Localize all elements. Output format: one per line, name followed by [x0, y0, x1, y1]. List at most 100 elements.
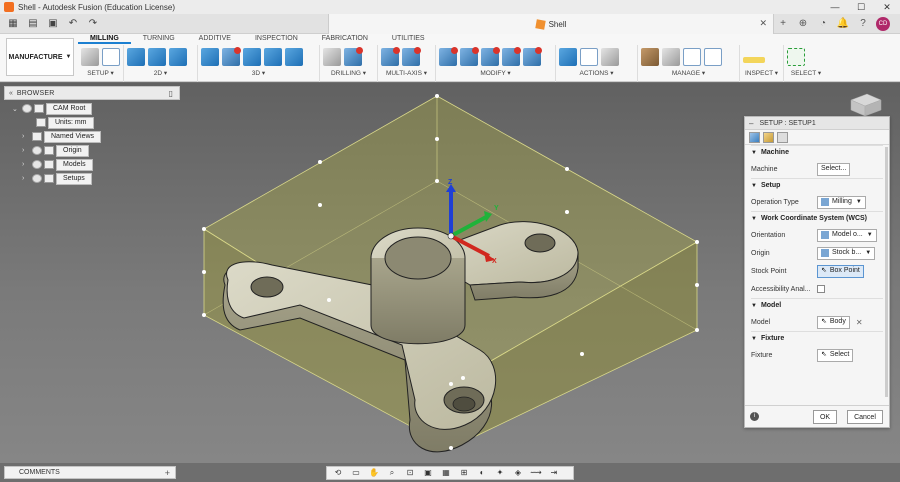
visibility-eye-icon[interactable]: [32, 174, 42, 183]
collapse-chevron-icon[interactable]: «: [9, 90, 13, 97]
notifications-icon[interactable]: 🔔: [836, 17, 850, 31]
group-label-multi-axis[interactable]: MULTI-AXIS ▾: [381, 69, 432, 79]
tree-item-units[interactable]: Units: mm: [36, 116, 94, 129]
fit-icon[interactable]: ⊡: [403, 468, 417, 478]
tool-library-icon[interactable]: [641, 48, 659, 66]
workspace-selector[interactable]: MANUFACTURE ▼: [6, 38, 74, 76]
orbit-icon[interactable]: ⟲: [331, 468, 345, 478]
group-label-manage[interactable]: MANAGE ▾: [641, 69, 736, 79]
modify-tool-icon-1[interactable]: [439, 47, 458, 66]
dialog-scrollbar[interactable]: [885, 147, 888, 397]
close-icon[interactable]: ✕: [874, 0, 900, 14]
pocket-clearing-icon[interactable]: [222, 47, 241, 66]
expand-icon[interactable]: ›: [22, 133, 32, 140]
minimize-icon[interactable]: —: [822, 0, 848, 14]
setup-sheet-icon[interactable]: [601, 48, 619, 66]
file-icon[interactable]: ▤: [26, 17, 40, 31]
tab-close-icon[interactable]: ✕: [759, 18, 767, 29]
section-analysis-icon[interactable]: ◈: [511, 468, 525, 478]
fixture-select-button[interactable]: ⇖ Select: [817, 348, 854, 362]
collapse-icon[interactable]: ⌄: [12, 105, 22, 113]
steep-shallow-icon[interactable]: [243, 48, 261, 66]
template-library-icon[interactable]: [683, 48, 701, 66]
stock-point-button[interactable]: ⇖ Box Point: [817, 264, 864, 278]
section-title-model[interactable]: ▼ Model: [751, 298, 883, 313]
tree-item-origin[interactable]: › Origin: [22, 144, 89, 157]
camera-icon[interactable]: ◐: [475, 468, 489, 478]
view-cube[interactable]: [847, 92, 883, 118]
save-icon[interactable]: ▣: [46, 17, 60, 31]
group-label-actions[interactable]: ACTIONS ▾: [559, 69, 634, 79]
visibility-eye-icon[interactable]: [32, 146, 42, 155]
browser-expand-icon[interactable]: ▯: [169, 89, 173, 98]
tab-post-process-icon[interactable]: [777, 132, 788, 143]
tab-milling[interactable]: MILLING: [78, 34, 131, 44]
tab-turning[interactable]: TURNING: [131, 34, 187, 44]
face-icon[interactable]: [169, 48, 187, 66]
group-label-modify[interactable]: MODIFY ▾: [439, 69, 552, 79]
simulate-icon[interactable]: [559, 48, 577, 66]
modify-tool-icon-4[interactable]: [502, 47, 521, 66]
tab-inspection[interactable]: INSPECTION: [243, 34, 310, 44]
2d-adaptive-icon[interactable]: [148, 48, 166, 66]
group-label-select[interactable]: SELECT ▾: [787, 69, 825, 79]
orientation-dropdown[interactable]: Model o... ▼: [817, 228, 877, 242]
2d-pocket-icon[interactable]: [127, 48, 145, 66]
select-window-icon[interactable]: [787, 48, 805, 66]
section-title-setup[interactable]: ▼ Setup: [751, 178, 883, 193]
modify-tool-icon-3[interactable]: [481, 47, 500, 66]
group-label-2d[interactable]: 2D ▾: [127, 69, 194, 79]
help-icon[interactable]: ?: [856, 17, 870, 31]
new-tab-icon[interactable]: +: [776, 17, 790, 31]
new-setup-icon[interactable]: [81, 48, 99, 66]
drill-icon[interactable]: [323, 48, 341, 66]
group-label-3d[interactable]: 3D ▾: [201, 69, 316, 79]
simulation-icon[interactable]: ⟿: [529, 468, 543, 478]
tab-setup-icon[interactable]: [749, 132, 760, 143]
expand-icon[interactable]: ›: [22, 161, 32, 168]
group-label-drilling[interactable]: DRILLING ▾: [323, 69, 374, 79]
tab-fabrication[interactable]: FABRICATION: [310, 34, 380, 44]
visibility-eye-icon[interactable]: [32, 160, 42, 169]
zoom-icon[interactable]: ⌕: [385, 468, 399, 478]
section-title-wcs[interactable]: ▼ Work Coordinate System (WCS): [751, 211, 883, 226]
grid-menu-icon[interactable]: ▦: [6, 17, 20, 31]
tab-utilities[interactable]: UTILITIES: [380, 34, 437, 44]
contour-icon[interactable]: [285, 48, 303, 66]
effects-icon[interactable]: ✦: [493, 468, 507, 478]
pan-icon[interactable]: ✋: [367, 468, 381, 478]
undo-icon[interactable]: ↶: [66, 17, 80, 31]
modify-tool-icon-2[interactable]: [460, 47, 479, 66]
tree-item-setups[interactable]: › Setups: [22, 172, 92, 185]
section-title-machine[interactable]: ▼ Machine: [751, 145, 883, 160]
origin-dropdown[interactable]: Stock b... ▼: [817, 246, 876, 260]
machine-library-icon[interactable]: [662, 48, 680, 66]
extensions-icon[interactable]: ⊕: [796, 17, 810, 31]
maximize-icon[interactable]: ☐: [848, 0, 874, 14]
ok-button[interactable]: OK: [813, 410, 837, 424]
clear-selection-icon[interactable]: ✕: [856, 318, 863, 327]
section-title-fixture[interactable]: ▼ Fixture: [751, 331, 883, 346]
user-avatar[interactable]: CD: [876, 17, 890, 31]
browser-panel-header[interactable]: « BROWSER ▯: [4, 86, 180, 100]
post-process-icon[interactable]: [580, 48, 598, 66]
info-icon[interactable]: i: [750, 412, 759, 421]
toolpath-display-icon[interactable]: ⇥: [547, 468, 561, 478]
hole-recognition-icon[interactable]: [344, 47, 363, 66]
operation-type-dropdown[interactable]: Milling ▼: [817, 195, 866, 209]
swarf-icon[interactable]: [381, 47, 400, 66]
nc-program-icon[interactable]: [102, 48, 120, 66]
modify-tool-icon-5[interactable]: [523, 47, 542, 66]
tab-additive[interactable]: ADDITIVE: [187, 34, 243, 44]
tree-item-models[interactable]: › Models: [22, 158, 93, 171]
setup-dialog-header[interactable]: – SETUP : SETUP1: [745, 117, 889, 130]
viewports-icon[interactable]: ⊞: [457, 468, 471, 478]
adaptive-clearing-icon[interactable]: [201, 48, 219, 66]
document-tab-shell[interactable]: Shell ✕: [328, 14, 774, 34]
visibility-eye-icon[interactable]: [22, 104, 32, 113]
model-selection-button[interactable]: ⇖ Body: [817, 315, 850, 329]
multi-axis-contour-icon[interactable]: [402, 47, 421, 66]
cancel-button[interactable]: Cancel: [847, 410, 883, 424]
expand-icon[interactable]: ›: [22, 147, 32, 154]
scallop-icon[interactable]: [264, 48, 282, 66]
